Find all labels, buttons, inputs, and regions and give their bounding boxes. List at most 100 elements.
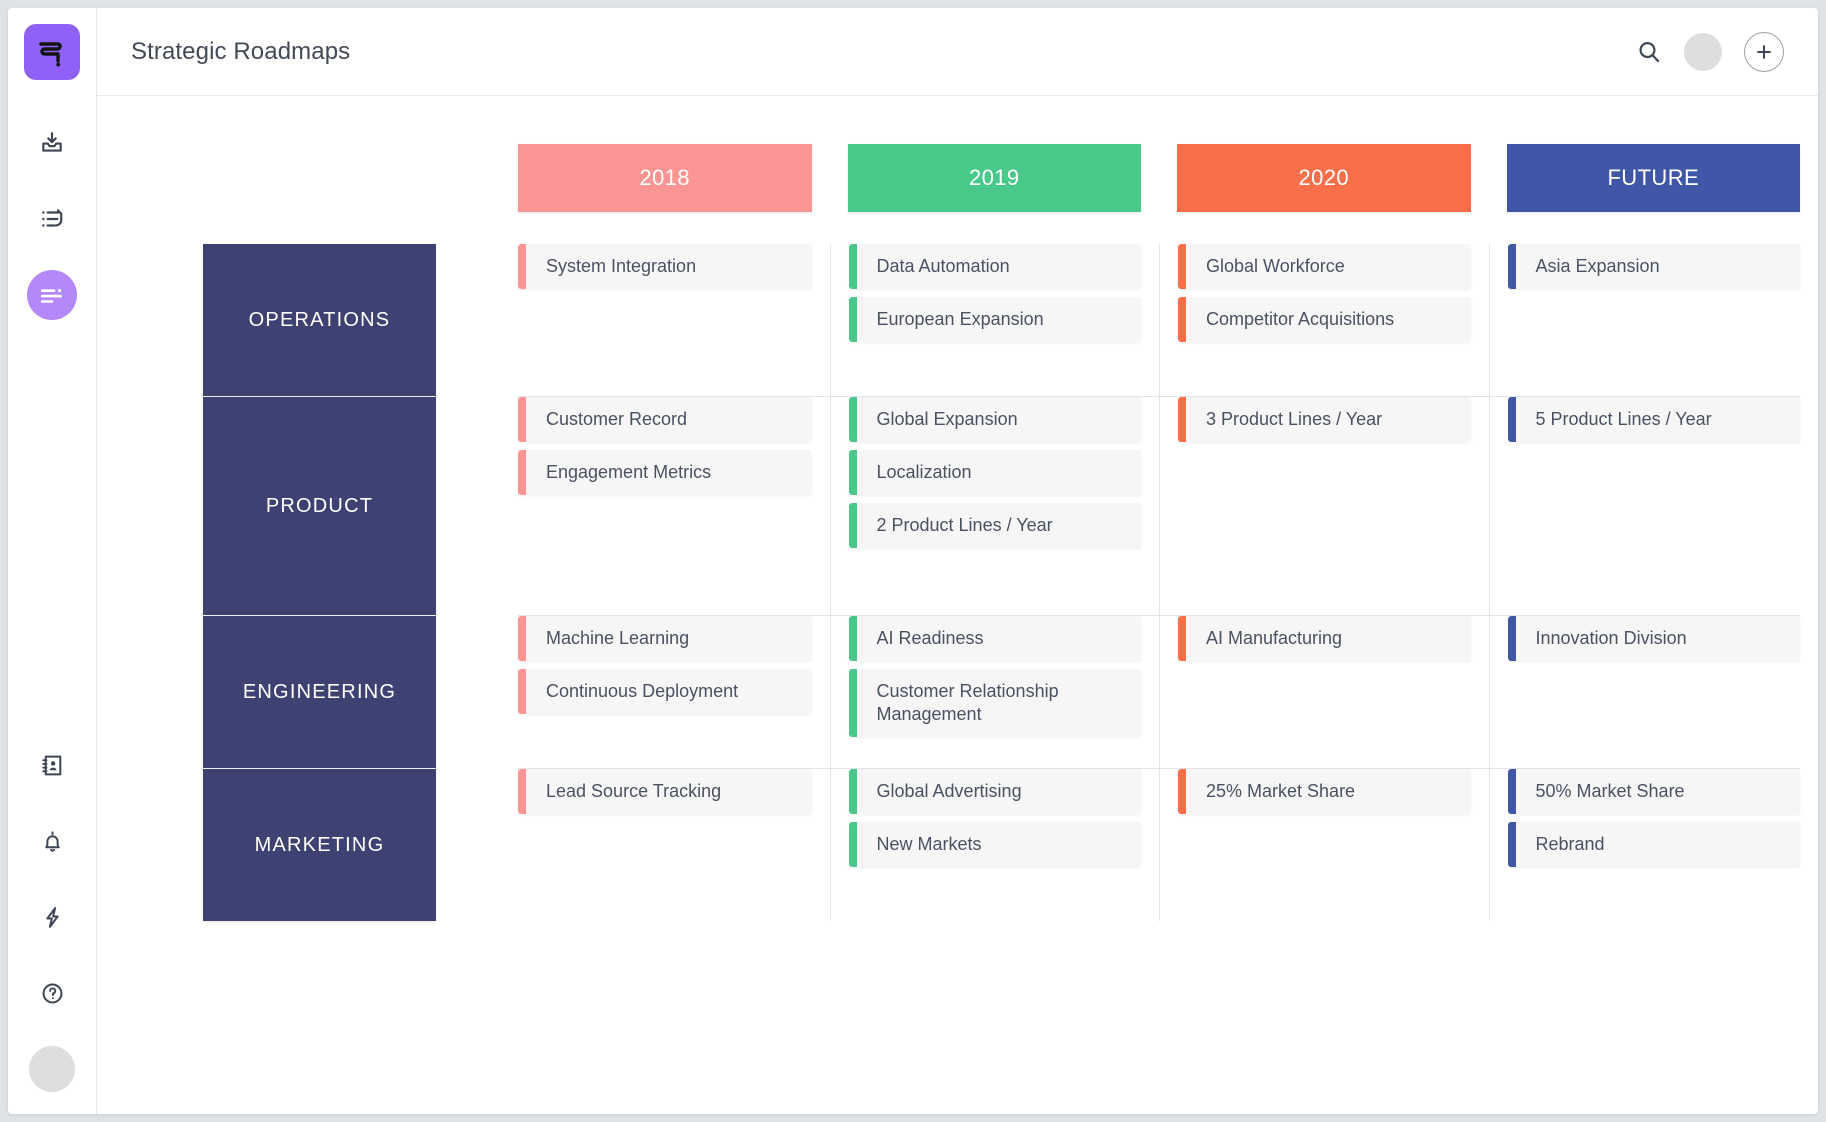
grid-gap [1489,212,1819,244]
sidebar-item-roadmaps[interactable] [27,270,77,320]
sidebar [8,8,97,1114]
search-icon [1639,41,1660,62]
row-label-cell: OPERATIONS [115,244,500,396]
roadmap-card[interactable]: Data Automation [848,244,1141,290]
roadmap-card[interactable]: Engagement Metrics [518,450,812,496]
roadmap-card[interactable]: Global Workforce [1178,244,1471,290]
roadmap-card[interactable]: Machine Learning [518,616,812,662]
roadmap-cell: Machine Learning Continuous Deployment [500,616,830,768]
roadmap-lines-icon [40,289,62,303]
roadmap-card[interactable]: 50% Market Share [1507,769,1800,815]
sidebar-item-help[interactable] [27,968,77,1018]
card-accent-bar [848,244,857,290]
topbar-actions [1636,31,1784,72]
card-accent-bar [1178,297,1186,343]
card-accent-bar [1178,397,1186,443]
row-label-marketing[interactable]: MARKETING [203,769,436,921]
card-accent-bar [1507,822,1516,868]
card-accent-bar [1507,769,1516,815]
roadmap-card[interactable]: Customer Relationship Management [848,669,1141,738]
column-header-2020[interactable]: 2020 [1177,144,1471,212]
squiggle-logo-icon [39,42,62,67]
add-button[interactable] [1744,31,1784,72]
roadmap-card[interactable]: Localization [848,450,1141,496]
card-label: Data Automation [876,256,1010,276]
list-arrow-icon [42,209,63,227]
card-accent-bar [1178,769,1186,815]
card-accent-bar [848,397,857,443]
help-circle-icon [42,983,62,1003]
card-label: Rebrand [1535,834,1605,855]
column-header-2018[interactable]: 2018 [518,144,812,212]
roadmap-card[interactable]: Continuous Deployment [518,669,812,715]
roadmap-card[interactable]: System Integration [518,244,812,290]
card-label: Innovation Division [1535,628,1687,648]
card-label: Global Workforce [1206,256,1345,276]
roadmap-card[interactable]: AI Readiness [848,616,1141,662]
roadmap-cell: Innovation Division [1488,616,1819,768]
roadmap-card[interactable]: Global Advertising [848,769,1141,815]
column-header-cell: 2019 [830,144,1160,212]
roadmap-cell: AI Manufacturing [1159,616,1489,768]
card-accent-bar [848,822,857,868]
sidebar-avatar[interactable] [29,1046,75,1092]
roadmap-card[interactable]: 25% Market Share [1178,769,1471,815]
sidebar-item-contacts[interactable] [27,740,77,790]
plus-icon [1757,44,1771,59]
row-label-cell: PRODUCT [115,397,500,615]
roadmap-cell: System Integration [500,244,830,396]
row-label-product[interactable]: PRODUCT [203,397,436,615]
roadmap-card[interactable]: Competitor Acquisitions [1178,297,1471,343]
roadmap-card[interactable]: European Expansion [848,297,1141,343]
roadmap-card[interactable]: Innovation Division [1507,616,1800,662]
inbox-download-icon [42,132,62,152]
sidebar-item-tasks[interactable] [27,194,77,244]
roadmap-cell: Customer Record Engagement Metrics [500,397,830,615]
card-accent-bar [848,450,857,496]
roadmap-card[interactable]: 3 Product Lines / Year [1178,397,1471,443]
roadmap-cell: Data Automation European Expansion [829,244,1160,396]
contacts-book-icon [41,755,61,775]
roadmap-card[interactable]: Customer Record [518,397,812,443]
roadmap-card[interactable]: AI Manufacturing [1178,616,1471,662]
roadmap-card[interactable]: Global Expansion [848,397,1141,443]
column-header-2019[interactable]: 2019 [847,144,1141,212]
roadmap-card[interactable]: Asia Expansion [1507,244,1800,290]
card-label: AI Readiness [876,628,984,648]
app-logo[interactable] [24,24,80,80]
row-label-cell: MARKETING [115,769,500,921]
bell-icon [44,830,60,852]
roadmap-card[interactable]: New Markets [848,822,1141,868]
card-label: 5 Product Lines / Year [1535,409,1712,429]
roadmap-card[interactable]: 5 Product Lines / Year [1507,397,1800,443]
avatar[interactable] [1684,32,1722,71]
roadmap-cell: 3 Product Lines / Year [1159,397,1489,615]
card-accent-bar [518,616,526,662]
card-label: 2 Product Lines / Year [876,515,1053,536]
row-label-engineering[interactable]: ENGINEERING [203,616,436,768]
roadmap-cell: 5 Product Lines / Year [1488,397,1819,615]
search-button[interactable] [1636,39,1662,65]
column-header-future[interactable]: FUTURE [1506,144,1800,212]
main-area: Strategic Roadmaps 2018 2019 2020 FUTURE OPE [97,8,1818,1114]
card-label: 50% Market Share [1535,781,1685,801]
grid-gap [830,212,1160,244]
roadmap-card[interactable]: Lead Source Tracking [518,769,812,815]
card-accent-bar [518,669,526,715]
card-label: 25% Market Share [1206,781,1356,801]
card-label: Machine Learning [546,628,690,648]
sidebar-item-inbox[interactable] [27,118,77,168]
roadmap-cell: Lead Source Tracking [500,769,830,921]
sidebar-item-automations[interactable] [27,892,77,942]
grid-gap [115,212,500,244]
row-label-operations[interactable]: OPERATIONS [203,244,436,396]
card-accent-bar [848,297,857,343]
grid-corner-spacer [115,144,500,212]
roadmap-cell: AI Readiness Customer Relationship Manage… [829,616,1160,768]
card-label: 3 Product Lines / Year [1206,409,1383,429]
roadmap-card[interactable]: 2 Product Lines / Year [848,503,1141,549]
card-accent-bar [518,769,526,815]
sidebar-item-notifications[interactable] [27,816,77,866]
column-header-cell: FUTURE [1489,144,1819,212]
roadmap-card[interactable]: Rebrand [1507,822,1800,868]
